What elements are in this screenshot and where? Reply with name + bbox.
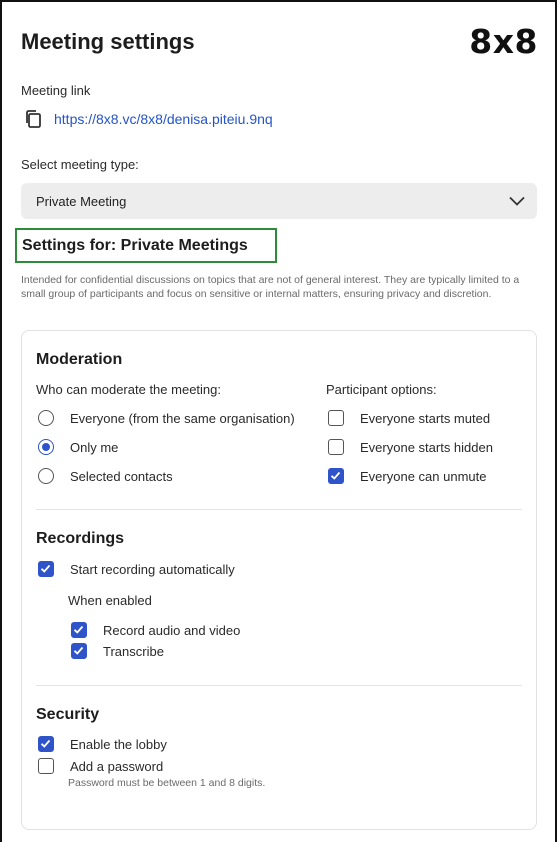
radio-button[interactable]	[38, 468, 54, 484]
participant-options-label: Participant options:	[326, 382, 437, 397]
checkbox-label: Everyone starts hidden	[360, 439, 493, 455]
security-title: Security	[36, 706, 100, 723]
password-hint: Password must be between 1 and 8 digits.	[68, 777, 266, 789]
settings-heading: Settings for: Private Meetings	[15, 228, 277, 263]
check-icon	[40, 564, 51, 573]
page-title: Meeting settings	[21, 29, 195, 54]
chevron-down-icon	[509, 194, 525, 209]
checkbox-can-unmute[interactable]: Everyone can unmute	[328, 468, 486, 484]
checkbox-starts-hidden[interactable]: Everyone starts hidden	[328, 439, 493, 455]
meeting-type-select[interactable]: Private Meeting	[21, 183, 537, 219]
when-enabled-label: When enabled	[68, 593, 152, 608]
checkbox-label: Add a password	[70, 758, 164, 774]
check-icon	[73, 625, 84, 634]
meeting-link-row: https://8x8.vc/8x8/denisa.piteiu.9nq	[24, 109, 273, 129]
radio-button[interactable]	[38, 410, 54, 426]
radio-only-me[interactable]: Only me	[38, 439, 118, 455]
check-icon	[330, 471, 341, 480]
radio-label: Only me	[70, 439, 119, 455]
copy-icon[interactable]	[24, 109, 42, 129]
checkbox[interactable]	[328, 468, 344, 484]
check-icon	[73, 646, 84, 655]
meeting-type-label: Select meeting type:	[21, 157, 139, 172]
settings-card	[21, 330, 537, 830]
checkbox-label: Record audio and video	[103, 622, 241, 638]
meeting-type-value: Private Meeting	[36, 193, 127, 209]
checkbox[interactable]	[328, 410, 344, 426]
checkbox[interactable]	[38, 561, 54, 577]
divider	[36, 685, 522, 686]
checkbox-auto-record[interactable]: Start recording automatically	[38, 561, 235, 577]
settings-description: Intended for confidential discussions on…	[21, 274, 520, 300]
checkbox[interactable]	[38, 758, 54, 774]
radio-label: Everyone (from the same organisation)	[70, 410, 295, 426]
checkbox[interactable]	[328, 439, 344, 455]
radio-button[interactable]	[38, 439, 54, 455]
checkbox[interactable]	[71, 622, 87, 638]
meeting-link[interactable]: https://8x8.vc/8x8/denisa.piteiu.9nq	[54, 111, 273, 127]
divider	[36, 509, 522, 510]
checkbox-starts-muted[interactable]: Everyone starts muted	[328, 410, 490, 426]
moderate-label: Who can moderate the meeting:	[36, 382, 221, 397]
checkbox-add-password[interactable]: Add a password	[38, 758, 163, 774]
settings-heading-text: Settings for: Private Meetings	[22, 236, 248, 254]
checkbox-label: Enable the lobby	[70, 736, 167, 752]
moderation-title: Moderation	[36, 351, 123, 368]
brand-logo: 8x8	[469, 22, 538, 61]
checkbox-label: Start recording automatically	[70, 561, 235, 577]
meeting-link-label: Meeting link	[21, 83, 91, 98]
radio-label: Selected contacts	[70, 468, 173, 484]
radio-selected-contacts[interactable]: Selected contacts	[38, 468, 173, 484]
recordings-title: Recordings	[36, 530, 125, 547]
checkbox[interactable]	[38, 736, 54, 752]
checkbox-record-av[interactable]: Record audio and video	[71, 622, 240, 638]
radio-everyone-org[interactable]: Everyone (from the same organisation)	[38, 410, 295, 426]
check-icon	[40, 739, 51, 748]
checkbox-enable-lobby[interactable]: Enable the lobby	[38, 736, 167, 752]
checkbox[interactable]	[71, 643, 87, 659]
checkbox-transcribe[interactable]: Transcribe	[71, 643, 164, 659]
checkbox-label: Transcribe	[103, 643, 164, 659]
checkbox-label: Everyone starts muted	[360, 410, 491, 426]
checkbox-label: Everyone can unmute	[360, 468, 487, 484]
